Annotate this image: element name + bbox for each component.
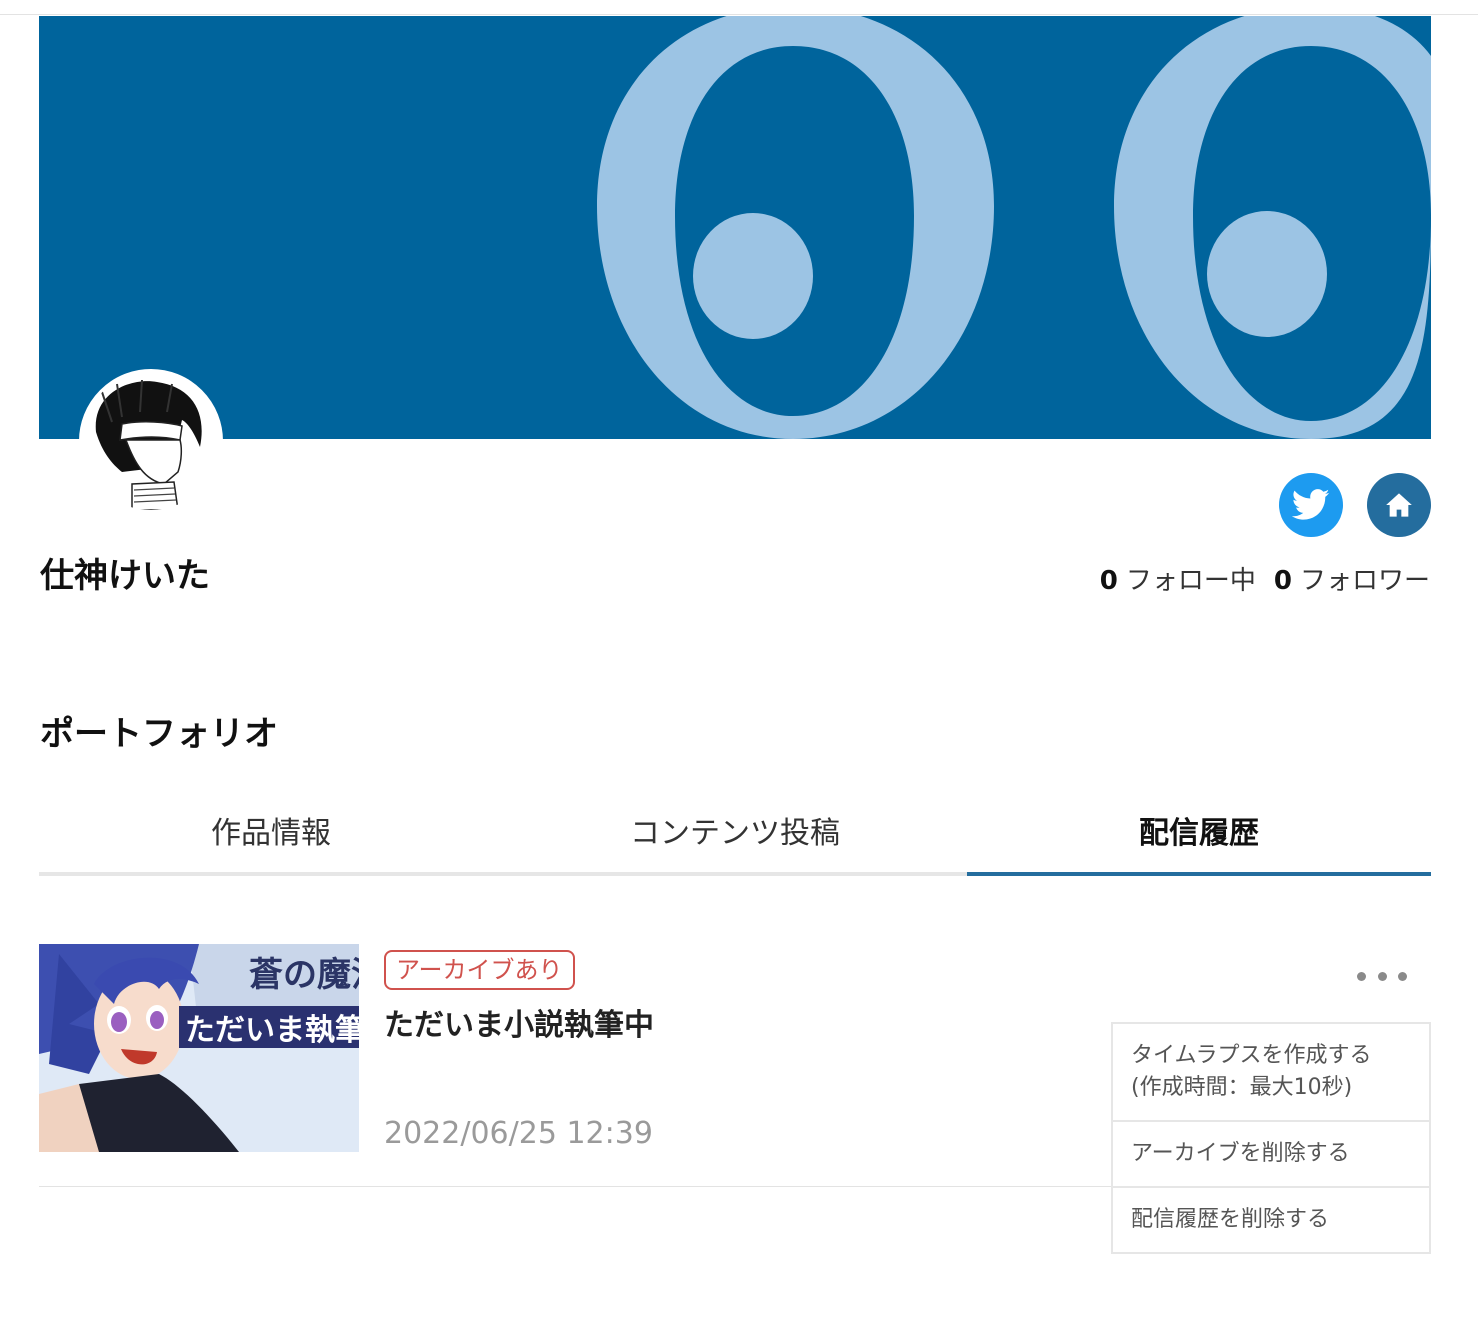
menu-delete-history[interactable]: 配信履歴を削除する bbox=[1113, 1186, 1429, 1252]
following-link[interactable]: 0 フォロー中 bbox=[1100, 566, 1256, 596]
avatar-illustration bbox=[82, 372, 220, 510]
follower-label: フォロワー bbox=[1299, 566, 1430, 596]
tab-works[interactable]: 作品情報 bbox=[39, 800, 503, 872]
thumbnail-text-bottom: ただいま執筆 bbox=[185, 1013, 359, 1048]
followers-link[interactable]: 0 フォロワー bbox=[1274, 566, 1430, 596]
twitter-link-button[interactable] bbox=[1279, 473, 1343, 537]
top-divider bbox=[0, 14, 1478, 15]
menu-create-timelapse[interactable]: タイムラプスを作成する (作成時間：最大10秒) bbox=[1113, 1024, 1429, 1120]
tab-content-posts[interactable]: コンテンツ投稿 bbox=[503, 800, 967, 872]
stream-date: 2022/06/25 12:39 bbox=[384, 1116, 653, 1151]
options-menu: タイムラプスを作成する (作成時間：最大10秒) アーカイブを削除する 配信履歴… bbox=[1111, 1022, 1431, 1254]
tab-stream-history[interactable]: 配信履歴 bbox=[967, 800, 1431, 876]
username: 仕神けいた bbox=[40, 556, 210, 596]
follow-stats: 0 フォロー中 0 フォロワー bbox=[1100, 560, 1430, 597]
archive-badge: アーカイブあり bbox=[384, 950, 575, 990]
timelapse-note: (作成時間：最大10秒) bbox=[1131, 1075, 1353, 1100]
following-count: 0 bbox=[1099, 566, 1118, 596]
menu-delete-archive[interactable]: アーカイブを削除する bbox=[1113, 1120, 1429, 1186]
following-label: フォロー中 bbox=[1125, 566, 1256, 596]
more-options-icon[interactable] bbox=[1357, 964, 1407, 988]
portfolio-title: ポートフォリオ bbox=[40, 714, 278, 754]
timelapse-label: タイムラプスを作成する bbox=[1131, 1043, 1372, 1068]
portfolio-tabs: 作品情報 コンテンツ投稿 配信履歴 bbox=[39, 800, 1431, 876]
home-icon bbox=[1386, 493, 1412, 517]
thumbnail-text-top: 蒼の魔法 bbox=[249, 955, 359, 995]
stream-thumbnail[interactable]: 蒼の魔法 ただいま執筆 bbox=[39, 944, 359, 1152]
follower-count: 0 bbox=[1273, 566, 1292, 596]
stream-title[interactable]: ただいま小説執筆中 bbox=[384, 1000, 654, 1044]
home-link-button[interactable] bbox=[1367, 473, 1431, 537]
profile-banner bbox=[39, 16, 1431, 439]
avatar[interactable] bbox=[79, 369, 223, 513]
twitter-bird-icon bbox=[1292, 489, 1330, 520]
